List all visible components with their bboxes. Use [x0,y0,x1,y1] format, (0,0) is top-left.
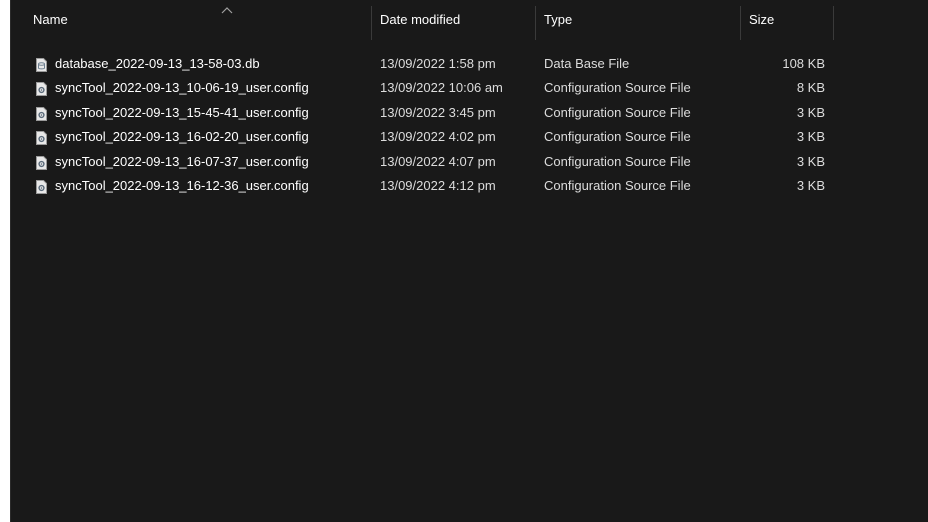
file-row[interactable]: database_2022-09-13_13-58-03.db 13/09/202… [11,52,928,76]
column-header-date[interactable]: Date modified [372,0,536,40]
file-list: database_2022-09-13_13-58-03.db 13/09/202… [11,52,928,198]
file-name: syncTool_2022-09-13_16-12-36_user.config [55,177,309,193]
file-row[interactable]: syncTool_2022-09-13_16-07-37_user.config… [11,150,928,174]
file-date-modified: 13/09/2022 3:45 pm [380,104,496,120]
file-size: 3 KB [796,153,825,169]
file-row[interactable]: syncTool_2022-09-13_10-06-19_user.config… [11,76,928,100]
config-file-icon [36,178,47,194]
file-date-modified: 13/09/2022 4:07 pm [380,153,496,169]
file-type: Data Base File [544,56,630,71]
column-header-bar: Name Date modified Type Size [11,0,928,40]
file-type: Configuration Source File [544,104,691,120]
file-date-modified: 13/09/2022 4:02 pm [380,129,496,145]
column-header-name-label: Name [33,12,68,27]
column-header-size-label: Size [749,12,775,27]
file-name: syncTool_2022-09-13_16-02-20_user.config [55,129,309,145]
file-row[interactable]: syncTool_2022-09-13_16-02-20_user.config… [11,125,928,149]
config-file-icon [36,129,47,146]
file-size: 3 KB [796,104,825,120]
file-size: 3 KB [796,177,825,193]
file-type: Configuration Source File [544,177,691,193]
file-type: Configuration Source File [544,153,691,169]
column-header-size[interactable]: Size [741,0,834,40]
file-date-modified: 13/09/2022 10:06 am [380,80,503,96]
file-size: 3 KB [796,129,825,145]
chevron-up-icon [221,6,233,14]
config-file-icon [36,105,47,121]
file-name: database_2022-09-13_13-58-03.db [55,56,260,71]
file-row[interactable]: syncTool_2022-09-13_15-45-41_user.config… [11,101,928,125]
file-date-modified: 13/09/2022 4:12 pm [380,177,496,193]
file-type: Configuration Source File [544,80,691,96]
file-name: syncTool_2022-09-13_15-45-41_user.config [55,104,309,120]
column-header-name[interactable]: Name [25,0,372,40]
column-divider[interactable] [833,6,834,40]
column-header-type[interactable]: Type [536,0,741,40]
column-header-type-label: Type [544,12,573,27]
column-header-date-label: Date modified [380,12,461,27]
database-file-icon [36,56,47,72]
file-size: 8 KB [796,80,825,96]
file-name: syncTool_2022-09-13_10-06-19_user.config [55,80,309,96]
config-file-icon [36,80,47,97]
file-date-modified: 13/09/2022 1:58 pm [380,56,496,71]
file-type: Configuration Source File [544,129,691,145]
file-row[interactable]: syncTool_2022-09-13_16-12-36_user.config… [11,174,928,198]
file-name: syncTool_2022-09-13_16-07-37_user.config [55,153,309,169]
config-file-icon [36,154,47,170]
file-size: 108 KB [782,56,825,71]
file-list-view: Name Date modified Type Size database_20… [10,0,928,522]
